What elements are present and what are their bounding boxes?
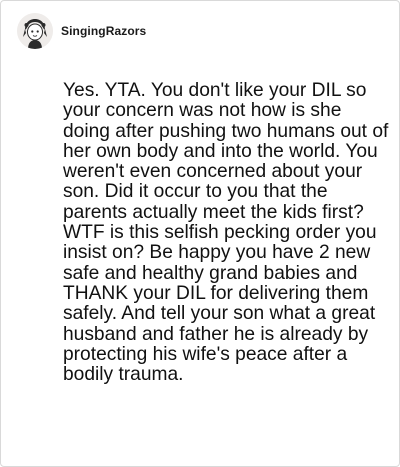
cartoon-avatar-icon[interactable] <box>17 13 53 49</box>
comment-text: Yes. YTA. You don't like your DIL so you… <box>63 80 389 386</box>
username[interactable]: SingingRazors <box>61 24 146 38</box>
comment-header: SingingRazors <box>17 13 146 49</box>
comment-card: SingingRazors Yes. YTA. You don't like y… <box>0 0 400 467</box>
